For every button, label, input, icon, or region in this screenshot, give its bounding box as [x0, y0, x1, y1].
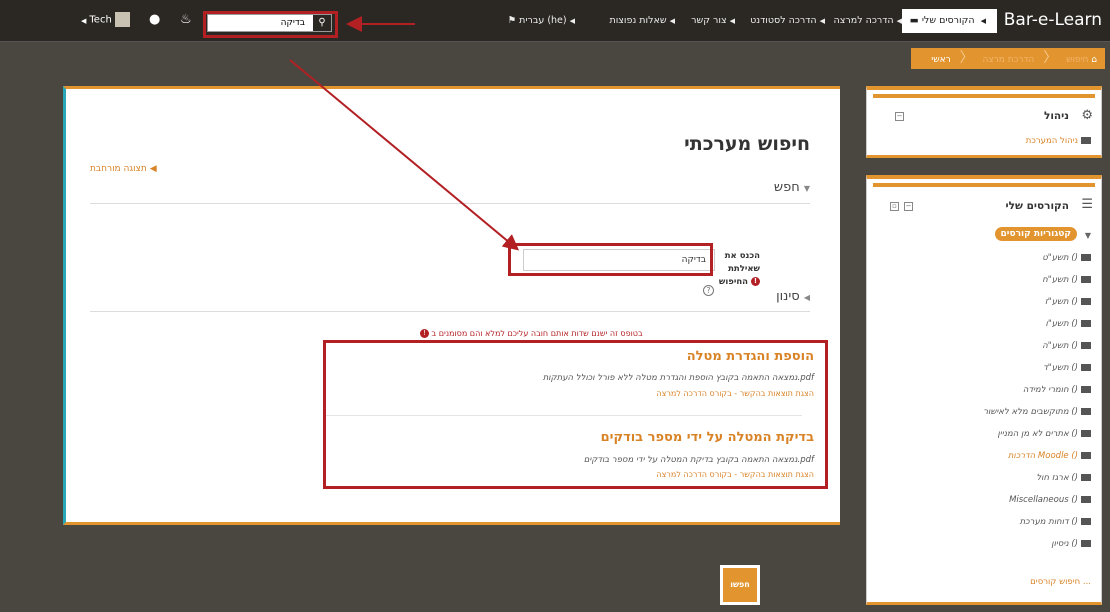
- annotation-arrows: [289, 16, 520, 251]
- arrow-to-query-field: [289, 59, 520, 251]
